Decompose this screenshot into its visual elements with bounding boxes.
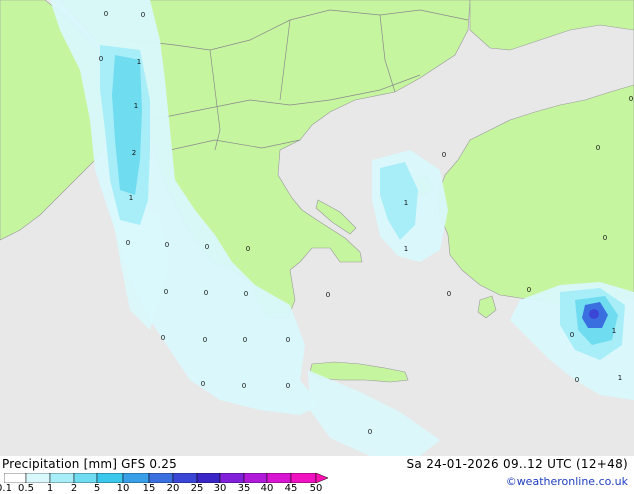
precip-value-label: 0 (570, 331, 574, 339)
color-scale (4, 473, 329, 483)
scale-bin (172, 473, 198, 483)
precip-value-label: 0 (99, 55, 103, 63)
precip-value-label: 2 (132, 149, 136, 157)
scale-bin (49, 473, 75, 483)
scale-tick-label: 2 (70, 483, 78, 494)
precip-value-label: 0 (326, 291, 330, 299)
scale-bin (96, 473, 124, 483)
precip-value-label: 0 (603, 234, 607, 242)
scale-tick-label: 0.5 (18, 483, 34, 494)
precip-value-label: 0 (629, 95, 633, 103)
scale-tick-label: 45 (284, 483, 298, 494)
precip-value-label: 0 (242, 382, 246, 390)
scale-bin (266, 473, 292, 483)
precip-value-label: 0 (368, 428, 372, 436)
scale-bin (4, 473, 27, 483)
precip-value-label: 0 (204, 289, 208, 297)
precip-value-label: 0 (527, 286, 531, 294)
scale-tick-label: 35 (237, 483, 251, 494)
precip-value-label: 0 (203, 336, 207, 344)
scale-tick-label: 15 (142, 483, 156, 494)
precip-value-label: 0 (244, 290, 248, 298)
scale-bin (219, 473, 245, 483)
precip-value-label: 0 (104, 10, 108, 18)
scale-tick-label: 50 (309, 483, 323, 494)
precip-value-label: 0 (205, 243, 209, 251)
map-canvas: 0 0 0 1 0 1 2 1 0 0 0 0 0 0 0 0 0 0 0 0 0 1 1 0 0 0 0 0 0 0 0 1 0 1 0 (0, 0, 634, 456)
precip-value-label: 0 (165, 241, 169, 249)
precip-value-label: 0 (161, 334, 165, 342)
precip-value-label: 0 (141, 11, 145, 19)
precip-value-label: 0 (575, 376, 579, 384)
scale-bin (73, 473, 98, 483)
scale-bin (243, 473, 268, 483)
precip-value-label: 0 (126, 239, 130, 247)
forecast-datetime: Sa 24-01-2026 09..12 UTC (12+48) (406, 457, 628, 471)
precip-value-label: 1 (404, 199, 408, 207)
precip-value-label: 1 (618, 374, 622, 382)
scale-tick-label: 40 (260, 483, 274, 494)
scale-bin (290, 473, 317, 483)
precip-value-label: 0 (243, 336, 247, 344)
precip-value-label: 0 (447, 290, 451, 298)
scale-tick-label: 0.1 (0, 483, 12, 494)
precip-value-label: 0 (286, 382, 290, 390)
precip-value-label: 0 (442, 151, 446, 159)
scale-bin (25, 473, 51, 483)
scale-tick-label: 30 (213, 483, 227, 494)
scale-tick-label: 20 (166, 483, 180, 494)
precip-value-label: 1 (137, 58, 141, 66)
credit-link[interactable]: ©weatheronline.co.uk (506, 475, 628, 488)
precip-value-label: 1 (404, 245, 408, 253)
scale-tick-label: 1 (46, 483, 54, 494)
precip-value-label: 1 (134, 102, 138, 110)
scale-tick-label: 5 (93, 483, 101, 494)
footer-bar: Precipitation [mm] GFS 0.25 Sa 24-01-202… (0, 456, 634, 494)
precipitation-map: 0 0 0 1 0 1 2 1 0 0 0 0 0 0 0 0 0 0 0 0 0 1 1 0 0 0 0 0 0 0 0 1 0 1 0 (0, 0, 634, 456)
precip-value-label: 0 (596, 144, 600, 152)
scale-bin (196, 473, 221, 483)
scale-bin (122, 473, 150, 483)
precip-value-label: 1 (129, 194, 133, 202)
product-title: Precipitation [mm] GFS 0.25 (2, 457, 177, 471)
scale-overflow-arrow (315, 473, 329, 483)
scale-tick-label: 10 (116, 483, 130, 494)
scale-tick-label: 25 (190, 483, 204, 494)
precip-value-label: 1 (612, 327, 616, 335)
precip-value-label: 0 (164, 288, 168, 296)
precip-value-label: 0 (201, 380, 205, 388)
precip-max-core (589, 309, 599, 319)
precip-value-label: 0 (286, 336, 290, 344)
scale-bin (148, 473, 174, 483)
precip-value-label: 0 (246, 245, 250, 253)
